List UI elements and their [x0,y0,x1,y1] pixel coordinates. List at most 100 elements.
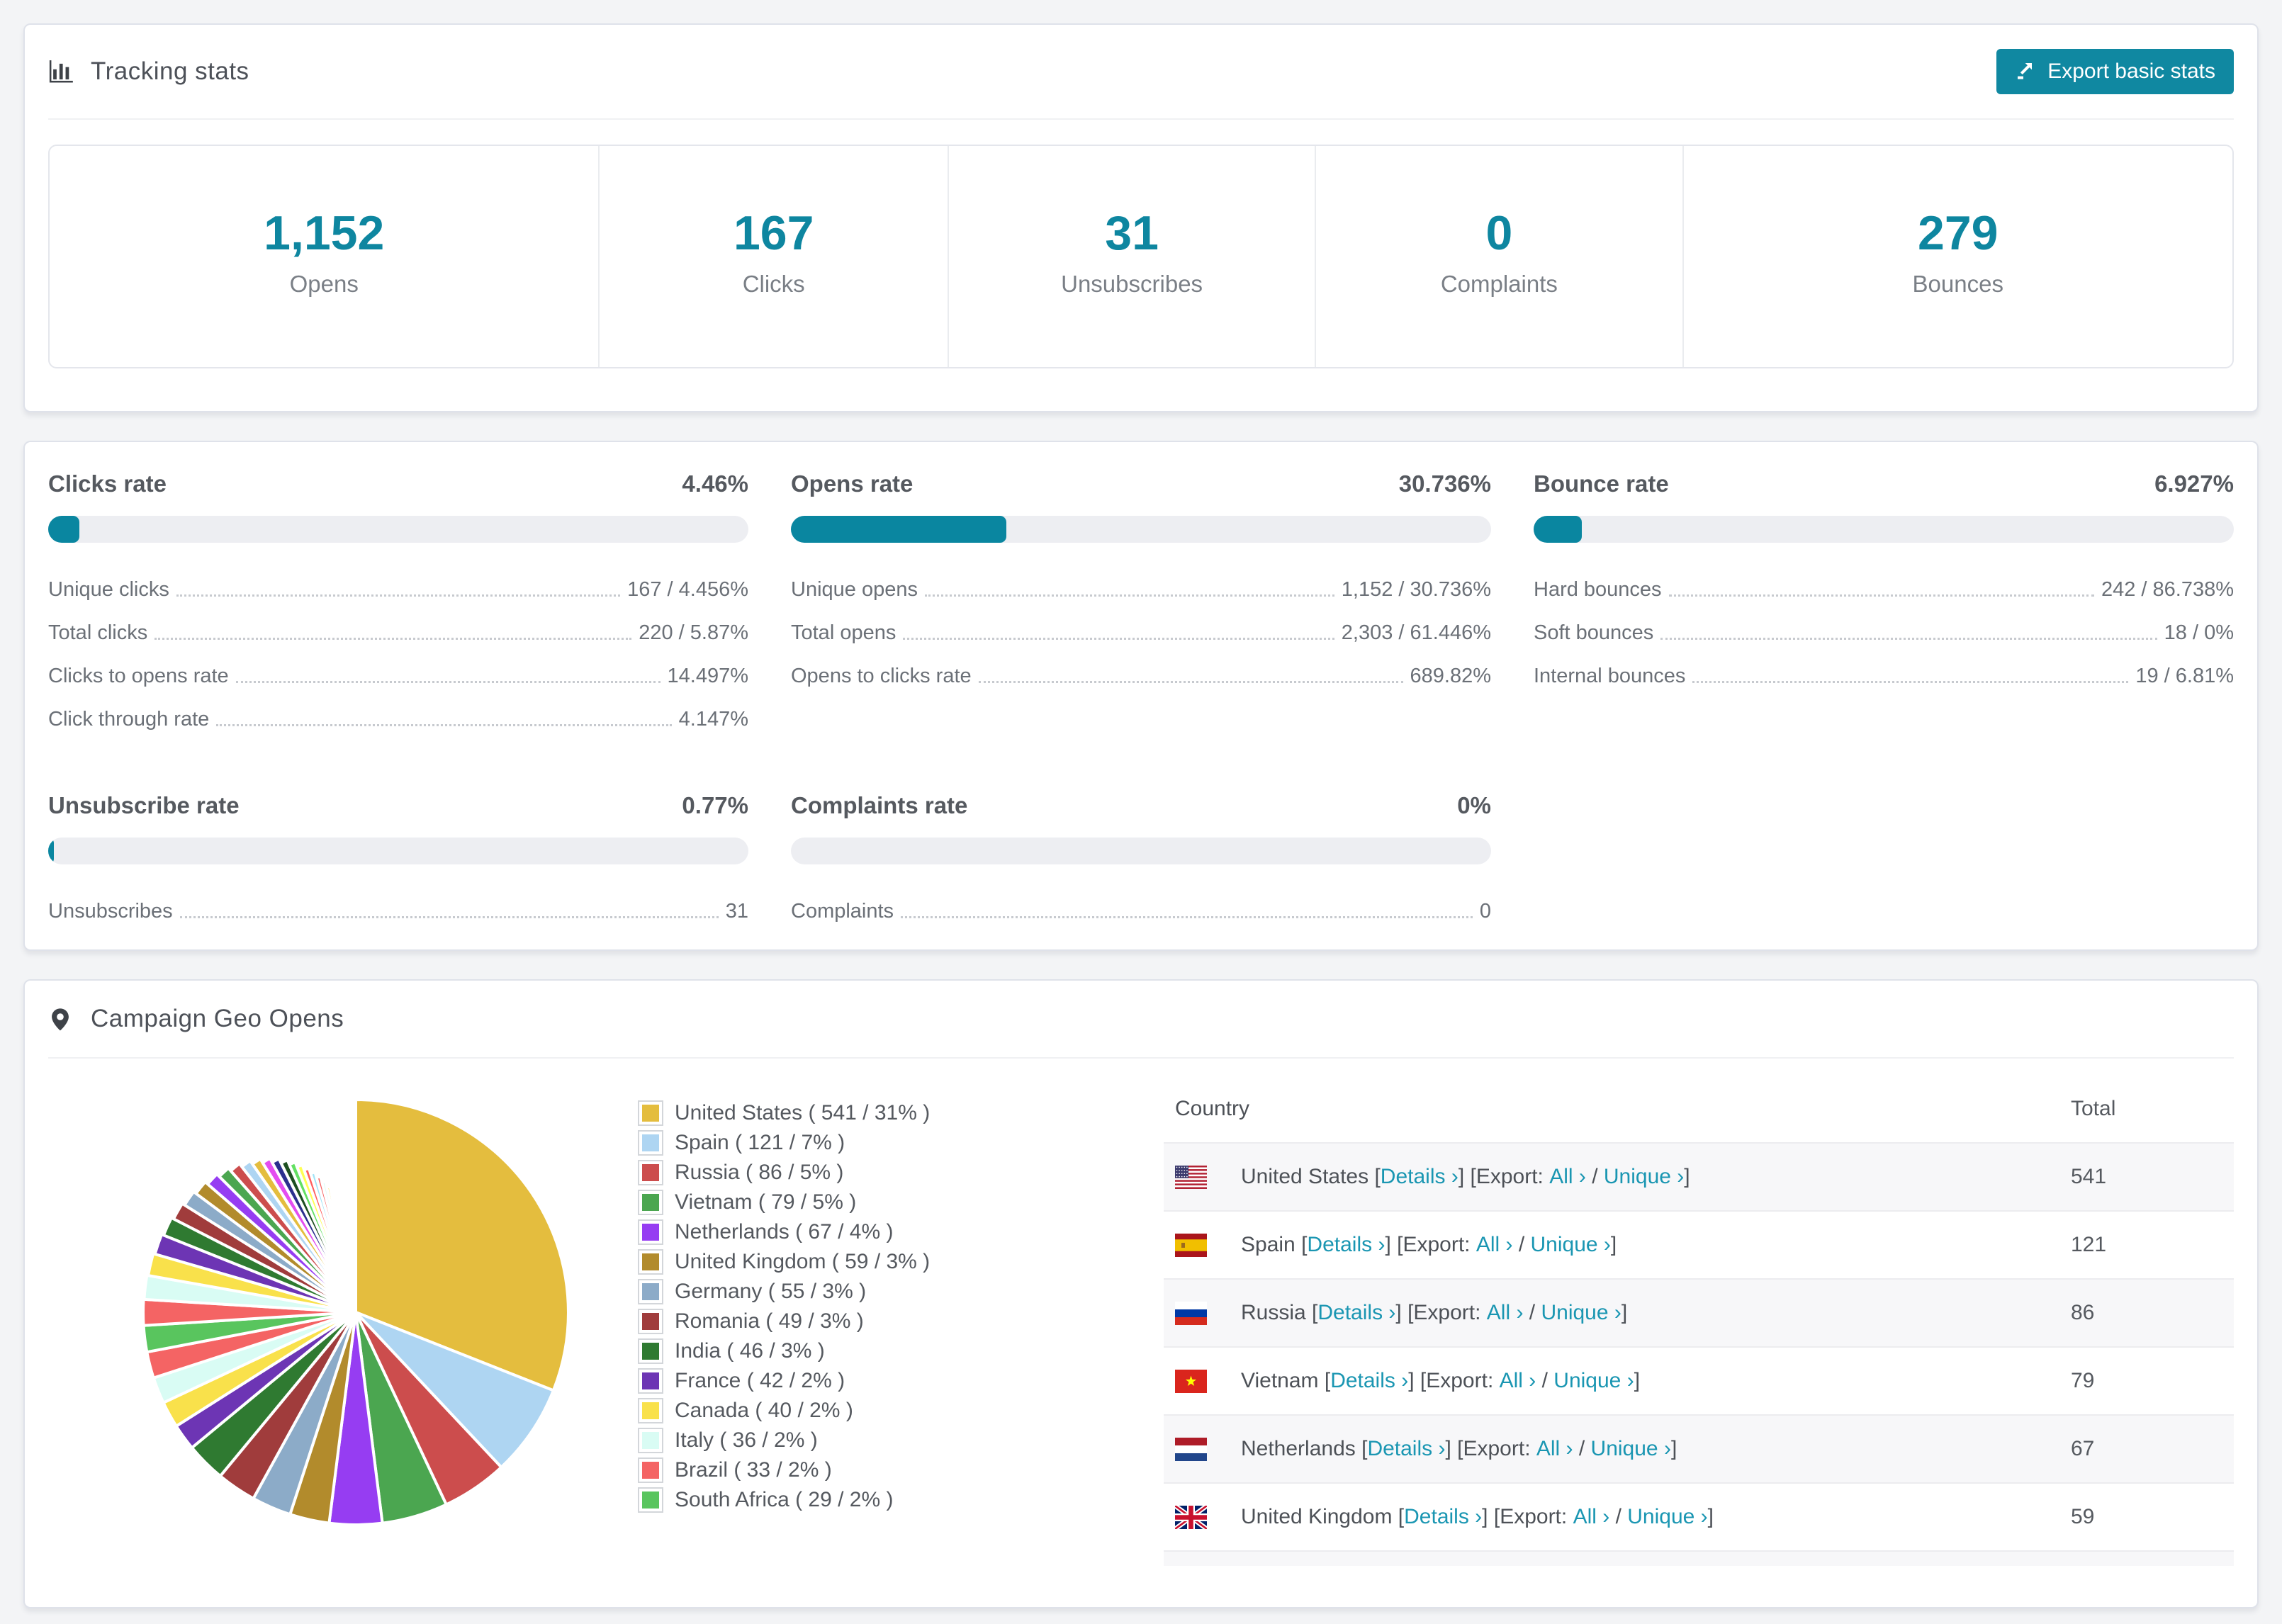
details-link[interactable]: Details › [1404,1505,1482,1529]
legend-swatch [638,1130,663,1156]
map-pin-icon [48,1005,75,1032]
export-basic-stats-button[interactable]: Export basic stats [1996,49,2234,94]
export-unique-link[interactable]: Unique › [1604,1165,1684,1189]
progress-bar [791,838,1491,864]
rate-detail-row: Total opens 2,303 / 61.446% [791,621,1491,644]
legend-swatch [638,1398,663,1423]
legend-item-it: Italy ( 36 / 2% ) [638,1426,1093,1455]
column-total: Total [2071,1097,2116,1120]
details-link[interactable]: Details › [1381,1165,1458,1189]
total-value: 59 [2071,1505,2095,1528]
total-value: 541 [2071,1165,2107,1188]
ru-flag-icon [1175,1301,1207,1325]
stat-label: Opens [289,271,359,297]
export-unique-link[interactable]: Unique › [1627,1505,1707,1529]
legend-label: Russia ( 86 / 5% ) [675,1161,844,1184]
total-value: 86 [2071,1301,2095,1324]
legend-item-vn: Vietnam ( 79 / 5% ) [638,1188,1093,1217]
country-name: Vietnam [1241,1369,1319,1392]
export-all-link[interactable]: All › [1476,1233,1513,1257]
total-value: 79 [2071,1369,2095,1392]
rate-value: 30.736% [1398,470,1491,497]
legend-label: United Kingdom ( 59 / 3% ) [675,1250,931,1273]
table-row-gb: United Kingdom [Details ›] [Export: All … [1164,1484,2234,1552]
progress-bar [791,516,1491,543]
rate-section-clicks-rate: Clicks rate 4.46% Unique clicks 167 / 4.456… [48,470,748,741]
rate-detail-row: Unsubscribes 31 [48,900,748,923]
stat-value: 0 [1485,206,1513,260]
details-link[interactable]: Details › [1367,1437,1445,1461]
vn-flag-icon [1175,1369,1207,1393]
page: Tracking stats Export basic stats 1,152 O… [0,0,2282,1624]
table-row-es: Spain [Details ›] [Export: All › / Uniqu… [1164,1212,2234,1280]
dotted-leader [901,916,1473,918]
tracking-stats-card: Tracking stats Export basic stats 1,152 O… [23,23,2259,412]
legend-item-za: South Africa ( 29 / 2% ) [638,1485,1093,1515]
export-all-link[interactable]: All › [1487,1301,1524,1325]
geo-table-rows: United States [Details ›] [Export: All ›… [1164,1144,2234,1566]
rate-title: Clicks rate [48,470,167,497]
export-unique-link[interactable]: Unique › [1591,1437,1671,1461]
export-icon [2018,62,2033,79]
rate-value: 0% [1457,792,1491,818]
export-unique-link[interactable]: Unique › [1541,1301,1621,1325]
export-all-link[interactable]: All › [1536,1437,1573,1461]
legend-label: Brazil ( 33 / 2% ) [675,1458,832,1482]
rate-title: Opens rate [791,470,914,497]
rate-title: Complaints rate [791,792,968,818]
country-name: United Kingdom [1241,1505,1393,1528]
table-row-vn: Vietnam [Details ›] [Export: All › / Uni… [1164,1348,2234,1416]
stat-card-clicks: 167 Clicks [598,146,947,367]
dotted-leader [179,916,719,918]
nl-flag-icon [1175,1437,1207,1461]
stat-card-opens: 1,152 Opens [50,146,598,367]
geo-table: Country Total United States [Details ›] … [1164,1078,2234,1566]
rate-detail-row: Soft bounces 18 / 0% [1534,621,2234,644]
legend-item-us: United States ( 541 / 31% ) [638,1098,1093,1128]
stat-label: Bounces [1912,271,2003,297]
stat-card-bounces: 279 Bounces [1682,146,2232,367]
legend-item-es: Spain ( 121 / 7% ) [638,1128,1093,1158]
legend-swatch [638,1309,663,1334]
legend-swatch [638,1487,663,1513]
legend-item-ru: Russia ( 86 / 5% ) [638,1158,1093,1188]
legend-label: Vietnam ( 79 / 5% ) [675,1190,857,1214]
stat-value: 1,152 [264,206,385,260]
rates-card: Clicks rate 4.46% Unique clicks 167 / 4.456… [23,441,2259,951]
rate-detail-row: Clicks to opens rate 14.497% [48,665,748,687]
details-link[interactable]: Details › [1317,1301,1395,1325]
legend-label: Spain ( 121 / 7% ) [675,1131,845,1154]
legend-item-de: Germany ( 55 / 3% ) [638,1277,1093,1307]
export-unique-link[interactable]: Unique › [1531,1233,1611,1257]
export-all-link[interactable]: All › [1500,1369,1536,1393]
rate-value: 6.927% [2154,470,2234,497]
geo-opens-card: Campaign Geo Opens United States ( 541 /… [23,979,2259,1608]
table-row-ru: Russia [Details ›] [Export: All › / Uniq… [1164,1280,2234,1348]
export-unique-link[interactable]: Unique › [1553,1369,1634,1393]
legend-label: Germany ( 55 / 3% ) [675,1280,867,1303]
geo-pie-chart [122,1078,590,1566]
dotted-leader [903,638,1334,640]
details-link[interactable]: Details › [1307,1233,1385,1257]
stat-label: Complaints [1440,271,1558,297]
legend-label: Netherlands ( 67 / 4% ) [675,1220,894,1244]
stat-value: 167 [733,206,814,260]
rate-section-opens-rate: Opens rate 30.736% Unique opens 1,152 / 30.… [791,470,1491,741]
export-all-link[interactable]: All › [1549,1165,1586,1189]
export-label: Export: [1463,1437,1536,1460]
details-link[interactable]: Details › [1330,1369,1408,1393]
export-all-link[interactable]: All › [1573,1505,1610,1529]
stat-label: Unsubscribes [1061,271,1203,297]
table-row-us: United States [Details ›] [Export: All ›… [1164,1144,2234,1212]
table-row-nl: Netherlands [Details ›] [Export: All › /… [1164,1416,2234,1484]
legend-label: United States ( 541 / 31% ) [675,1101,931,1124]
legend-item-ca: Canada ( 40 / 2% ) [638,1396,1093,1426]
es-flag-icon [1175,1233,1207,1257]
dotted-leader [1660,638,2157,640]
dotted-leader [1668,594,2094,597]
legend-swatch [638,1100,663,1126]
rate-detail-row: Complaints 0 [791,900,1491,923]
export-label: Export: [1426,1369,1500,1392]
progress-bar-fill [48,516,80,543]
legend-swatch [638,1279,663,1304]
